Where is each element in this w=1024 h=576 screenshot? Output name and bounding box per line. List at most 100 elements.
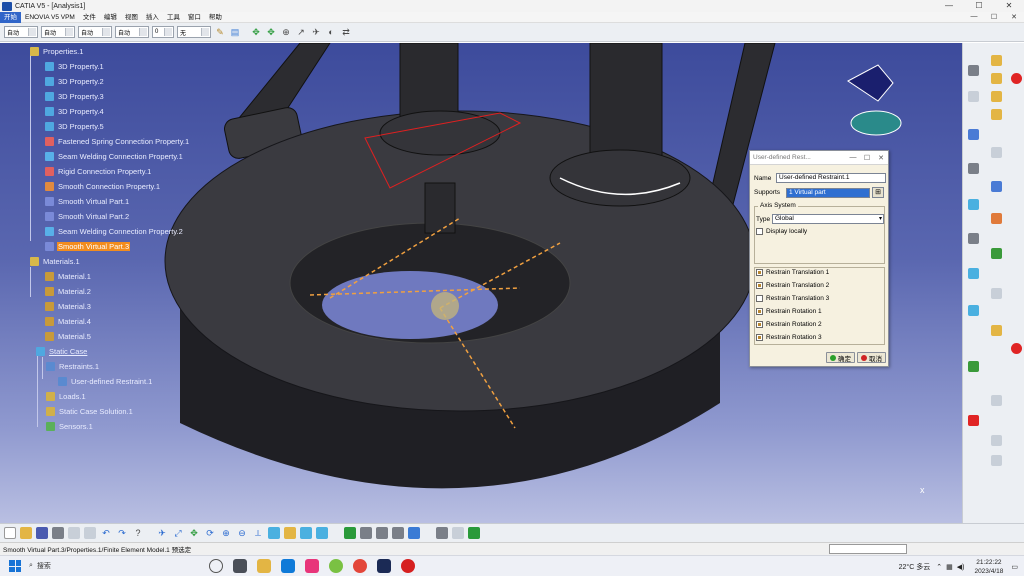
tree-node[interactable]: Sensors.1 bbox=[46, 420, 94, 433]
virtual-part-icon[interactable] bbox=[991, 213, 1002, 224]
tree-node[interactable]: 3D Property.3 bbox=[45, 90, 105, 103]
fly-icon[interactable]: ✈ bbox=[156, 527, 168, 539]
maximize-button[interactable]: ☐ bbox=[964, 0, 994, 12]
chrome-icon[interactable] bbox=[353, 559, 367, 573]
menu-view[interactable]: 视图 bbox=[121, 12, 142, 23]
weather-text[interactable]: 22°C 多云 bbox=[899, 562, 931, 572]
analysis-icon[interactable] bbox=[376, 527, 388, 539]
zoom-in-icon[interactable]: ⊕ bbox=[220, 527, 232, 539]
tree-node[interactable]: Static Case bbox=[36, 345, 88, 358]
tree-node[interactable]: Static Case Solution.1 bbox=[46, 405, 134, 418]
catalog-icon[interactable] bbox=[392, 527, 404, 539]
restrain-translation-1-checkbox[interactable] bbox=[756, 269, 763, 276]
tree-node[interactable]: User-defined Restraint.1 bbox=[58, 375, 153, 388]
restrain-rotation-2-row[interactable]: Restrain Rotation 2 bbox=[756, 321, 822, 328]
report-icon[interactable] bbox=[968, 361, 979, 372]
fly-mode-icon[interactable]: ✈ bbox=[310, 26, 322, 38]
menu-insert[interactable]: 插入 bbox=[142, 12, 163, 23]
painter-icon[interactable]: ✎ bbox=[214, 26, 226, 38]
warning-icon[interactable] bbox=[1011, 343, 1022, 354]
app-icon[interactable] bbox=[329, 559, 343, 573]
file-explorer-icon[interactable] bbox=[257, 559, 271, 573]
tree-node[interactable]: Material.4 bbox=[45, 315, 92, 328]
compute-icon[interactable] bbox=[452, 527, 464, 539]
display-locally-checkbox[interactable] bbox=[756, 228, 763, 235]
supports-field[interactable]: 1 Virtual part bbox=[786, 187, 870, 198]
analysis-icon[interactable] bbox=[991, 288, 1002, 299]
restrain-translation-1-row[interactable]: Restrain Translation 1 bbox=[756, 269, 829, 276]
zoom-out-icon[interactable]: ⊖ bbox=[236, 527, 248, 539]
redo-icon[interactable]: ↷ bbox=[116, 527, 128, 539]
help-icon[interactable]: ? bbox=[132, 527, 144, 539]
report-icon[interactable] bbox=[468, 527, 480, 539]
normal-view-icon[interactable]: ⟂ bbox=[252, 527, 264, 539]
tool-icon[interactable] bbox=[991, 147, 1002, 158]
cancel-button[interactable]: 取消 bbox=[857, 352, 886, 363]
layer-combo[interactable]: 无 bbox=[177, 26, 211, 38]
chevron-up-icon[interactable]: ⌃ bbox=[936, 563, 942, 571]
app-icon[interactable] bbox=[305, 559, 319, 573]
menu-enovia[interactable]: ENOVIA V5 VPM bbox=[21, 12, 79, 23]
restrain-translation-2-checkbox[interactable] bbox=[756, 282, 763, 289]
load-icon[interactable] bbox=[968, 163, 979, 174]
line-thickness-combo[interactable]: 自动 bbox=[78, 26, 112, 38]
notification-icon[interactable]: ▭ bbox=[1011, 563, 1018, 571]
transparency-combo[interactable]: 自动 bbox=[41, 26, 75, 38]
restraint-icon[interactable] bbox=[991, 181, 1002, 192]
rotate-icon[interactable]: ⟳ bbox=[204, 527, 216, 539]
menu-window[interactable]: 窗口 bbox=[184, 12, 205, 23]
sensor-icon[interactable] bbox=[991, 248, 1002, 259]
material-icon[interactable] bbox=[968, 91, 979, 102]
tree-node[interactable]: Fastened Spring Connection Property.1 bbox=[45, 135, 190, 148]
ok-button[interactable]: 确定 bbox=[826, 352, 855, 363]
task-view-icon[interactable] bbox=[233, 559, 247, 573]
restrain-translation-3-checkbox[interactable] bbox=[756, 295, 763, 302]
animate-icon[interactable] bbox=[991, 395, 1002, 406]
tree-node[interactable]: 3D Property.4 bbox=[45, 105, 105, 118]
image-icon[interactable] bbox=[408, 527, 420, 539]
tree-node[interactable]: Properties.1 bbox=[30, 45, 84, 58]
network-icon[interactable]: ▦ bbox=[946, 563, 953, 571]
windows-start-icon[interactable] bbox=[9, 560, 21, 572]
tree-node[interactable]: Material.3 bbox=[45, 300, 92, 313]
pan-icon[interactable]: ✥ bbox=[188, 527, 200, 539]
name-field[interactable]: User-defined Restraint.1 bbox=[776, 173, 886, 183]
dialog-maximize-button[interactable]: ☐ bbox=[860, 154, 874, 162]
restrain-rotation-3-row[interactable]: Restrain Rotation 3 bbox=[756, 334, 822, 341]
tree-node[interactable]: Seam Welding Connection Property.2 bbox=[45, 225, 184, 238]
menu-file[interactable]: 文件 bbox=[79, 12, 100, 23]
rotate-icon[interactable]: ✥ bbox=[265, 26, 277, 38]
tree-node[interactable]: 3D Property.5 bbox=[45, 120, 105, 133]
taskbar-search[interactable]: ⌕ 搜索 bbox=[29, 556, 204, 576]
property-icon[interactable] bbox=[991, 91, 1002, 102]
mesh-icon[interactable] bbox=[344, 527, 356, 539]
volume-icon[interactable]: ◀) bbox=[957, 563, 965, 571]
doc-close-button[interactable]: ✕ bbox=[1004, 13, 1024, 21]
tree-node[interactable]: Smooth Connection Property.1 bbox=[45, 180, 161, 193]
command-input[interactable] bbox=[829, 544, 907, 554]
stop-icon[interactable] bbox=[1011, 73, 1022, 84]
fit-all-icon[interactable]: ⤢ bbox=[172, 527, 184, 539]
tree-node[interactable]: Smooth Virtual Part.2 bbox=[45, 210, 130, 223]
dialog-minimize-button[interactable]: — bbox=[846, 154, 860, 162]
restrain-translation-3-row[interactable]: Restrain Translation 3 bbox=[756, 295, 829, 302]
open-folder-icon[interactable] bbox=[20, 527, 32, 539]
minimize-button[interactable]: — bbox=[934, 0, 964, 12]
measure-icon[interactable] bbox=[360, 527, 372, 539]
compute-icon[interactable] bbox=[968, 233, 979, 244]
image-icon[interactable] bbox=[968, 268, 979, 279]
tree-node[interactable]: Rigid Connection Property.1 bbox=[45, 165, 152, 178]
tree-node[interactable]: Material.5 bbox=[45, 330, 92, 343]
copy-icon[interactable] bbox=[68, 527, 80, 539]
zoom-in-icon[interactable]: ⊕ bbox=[280, 26, 292, 38]
save-icon[interactable] bbox=[36, 527, 48, 539]
edge-icon[interactable] bbox=[281, 559, 295, 573]
fill-color-combo[interactable]: 自动 bbox=[4, 26, 38, 38]
view-mode-icon[interactable] bbox=[268, 527, 280, 539]
new-file-icon[interactable] bbox=[4, 527, 16, 539]
tree-node[interactable]: 3D Property.2 bbox=[45, 75, 105, 88]
record-icon[interactable] bbox=[401, 559, 415, 573]
clock[interactable]: 21:22:22 2023/4/18 bbox=[974, 558, 1003, 576]
dialog-close-button[interactable]: ✕ bbox=[874, 154, 888, 162]
tree-node[interactable]: Restraints.1 bbox=[46, 360, 100, 373]
